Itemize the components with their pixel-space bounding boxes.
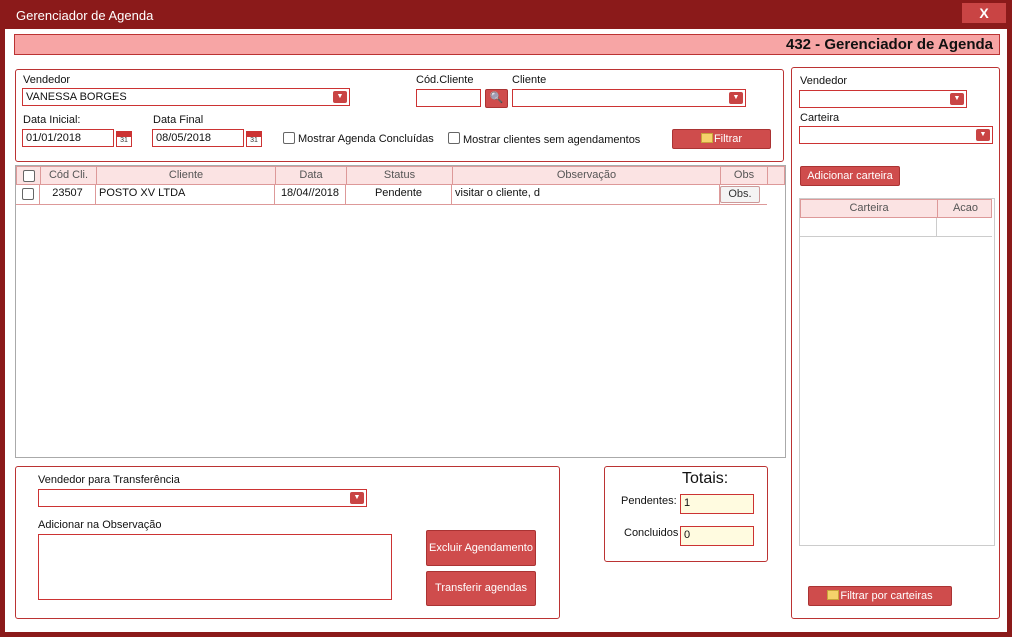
mostrar-sem-agendamentos-label: Mostrar clientes sem agendamentos bbox=[463, 134, 641, 146]
filtrar-carteiras-label: Filtrar por carteiras bbox=[840, 590, 933, 602]
window-title: Gerenciador de Agenda bbox=[16, 8, 154, 23]
grid-header-select bbox=[17, 167, 41, 184]
search-icon: 🔍 bbox=[489, 92, 504, 104]
pendentes-value: 1 bbox=[680, 494, 754, 514]
data-inicial-label: Data Inicial: bbox=[23, 114, 81, 126]
page-title: 432 - Gerenciador de Agenda bbox=[785, 36, 993, 53]
data-inicial-input[interactable]: 01/01/2018 bbox=[22, 129, 114, 147]
transfer-panel: Vendedor para Transferência ▼ Adicionar … bbox=[15, 466, 560, 619]
page-banner: 432 - Gerenciador de Agenda bbox=[14, 34, 1000, 55]
mostrar-concluidas-label: Mostrar Agenda Concluídas bbox=[298, 133, 434, 145]
column-header-obs[interactable]: Obs bbox=[721, 167, 768, 184]
totais-panel: Totais: Pendentes: 1 Concluidos 0 bbox=[604, 466, 768, 562]
cell-cliente: POSTO XV LTDA bbox=[96, 185, 275, 204]
concluidos-value: 0 bbox=[680, 526, 754, 546]
folder-icon bbox=[700, 133, 713, 143]
chevron-down-icon: ▼ bbox=[950, 93, 964, 105]
carteira-label: Carteira bbox=[800, 112, 840, 124]
select-all-checkbox[interactable] bbox=[22, 170, 35, 182]
cell-cod: 23507 bbox=[40, 185, 96, 204]
carteira-grid: Carteira Acao bbox=[799, 198, 995, 546]
chevron-down-icon: ▼ bbox=[333, 91, 347, 103]
table-row bbox=[800, 218, 992, 237]
carteira-panel: Vendedor ▼ Carteira ▼ Adicionar carteira… bbox=[791, 67, 1000, 619]
cell-status: Pendente bbox=[346, 185, 452, 204]
calendar-icon[interactable]: 31 bbox=[246, 131, 262, 147]
agenda-grid: Cód Cli. Cliente Data Status Observação … bbox=[15, 165, 786, 458]
filtrar-button-label: Filtrar bbox=[713, 133, 743, 145]
data-final-label: Data Final bbox=[153, 114, 204, 126]
search-client-button[interactable]: 🔍 bbox=[485, 89, 508, 108]
close-button[interactable]: X bbox=[962, 3, 1006, 23]
column-header-status[interactable]: Status bbox=[347, 167, 453, 184]
vendedor-label: Vendedor bbox=[23, 74, 71, 86]
cliente-label: Cliente bbox=[512, 74, 547, 86]
column-header-carteira[interactable]: Carteira bbox=[801, 200, 938, 217]
adicionar-carteira-button[interactable]: Adicionar carteira bbox=[800, 166, 900, 186]
mostrar-sem-agendamentos-checkbox[interactable] bbox=[448, 132, 460, 144]
chevron-down-icon: ▼ bbox=[976, 129, 990, 141]
cell-data: 18/04//2018 bbox=[275, 185, 346, 204]
vendedor-transferencia-select[interactable]: ▼ bbox=[38, 489, 367, 507]
main-window: 432 - Gerenciador de Agenda Vendedor VAN… bbox=[5, 29, 1007, 632]
mostrar-concluidas-checkbox[interactable] bbox=[283, 132, 295, 144]
column-header-observacao[interactable]: Observação bbox=[453, 167, 721, 184]
right-vendedor-label: Vendedor bbox=[800, 75, 848, 87]
observacao-textarea[interactable] bbox=[38, 534, 392, 600]
grid-header: Cód Cli. Cliente Data Status Observação … bbox=[16, 166, 785, 185]
title-bar: Gerenciador de Agenda X bbox=[0, 0, 1012, 30]
transferir-agendas-button[interactable]: Transferir agendas bbox=[426, 571, 536, 606]
obs-button[interactable]: Obs. bbox=[720, 186, 760, 203]
carteira-grid-header: Carteira Acao bbox=[800, 199, 992, 218]
calendar-icon[interactable]: 31 bbox=[116, 131, 132, 147]
totais-title: Totais: bbox=[682, 470, 729, 487]
chevron-down-icon: ▼ bbox=[350, 492, 364, 504]
data-final-input[interactable]: 08/05/2018 bbox=[152, 129, 244, 147]
vendedor-transferencia-label: Vendedor para Transferência bbox=[38, 474, 180, 486]
vendedor-select-value: VANESSA BORGES bbox=[26, 91, 127, 103]
table-row[interactable]: 23507 POSTO XV LTDA 18/04//2018 Pendente… bbox=[16, 185, 767, 205]
chevron-down-icon: ▼ bbox=[729, 92, 743, 104]
filtrar-button[interactable]: Filtrar bbox=[672, 129, 771, 149]
folder-icon bbox=[827, 590, 840, 600]
column-header-data[interactable]: Data bbox=[276, 167, 347, 184]
cod-cliente-label: Cód.Cliente bbox=[416, 74, 474, 86]
cod-cliente-input[interactable] bbox=[416, 89, 481, 107]
filter-panel: Vendedor VANESSA BORGES ▼ Cód.Cliente 🔍 … bbox=[15, 69, 784, 162]
right-vendedor-select[interactable]: ▼ bbox=[799, 90, 967, 108]
column-header-cod[interactable]: Cód Cli. bbox=[41, 167, 97, 184]
carteira-select[interactable]: ▼ bbox=[799, 126, 993, 144]
excluir-agendamento-button[interactable]: Excluir Agendamento bbox=[426, 530, 536, 566]
concluidos-label: Concluidos bbox=[624, 527, 679, 539]
filtrar-carteiras-button[interactable]: Filtrar por carteiras bbox=[808, 586, 952, 606]
cell-observacao: visitar o cliente, d bbox=[452, 185, 720, 204]
row-checkbox[interactable] bbox=[21, 188, 34, 200]
vendedor-select[interactable]: VANESSA BORGES ▼ bbox=[22, 88, 350, 106]
pendentes-label: Pendentes: bbox=[621, 495, 677, 507]
observacao-label: Adicionar na Observação bbox=[38, 519, 162, 531]
cliente-select[interactable]: ▼ bbox=[512, 89, 746, 107]
column-header-acao[interactable]: Acao bbox=[938, 200, 993, 217]
row-select bbox=[16, 185, 40, 204]
cell-carteira bbox=[800, 218, 937, 236]
column-header-cliente[interactable]: Cliente bbox=[97, 167, 276, 184]
